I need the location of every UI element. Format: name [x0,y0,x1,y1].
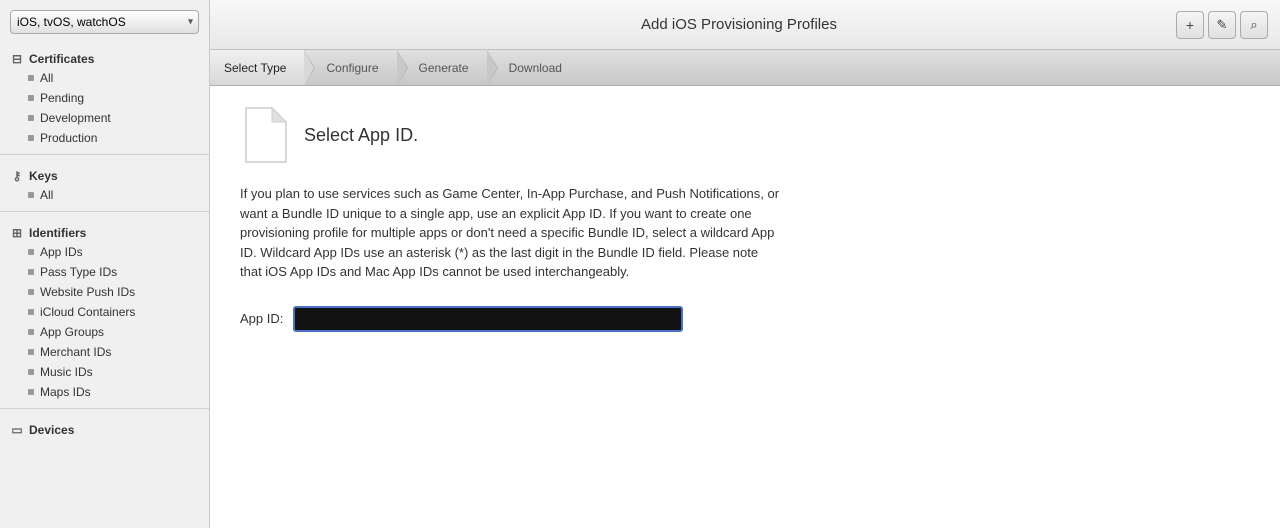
app-id-select[interactable] [293,306,683,332]
add-button[interactable]: + [1176,11,1204,39]
content-area: Select App ID. If you plan to use servic… [210,86,1280,528]
identifiers-icon: ⊞ [10,226,24,240]
toolbar-actions: + ✎ ⌕ [1176,11,1268,39]
sidebar-item-label: Website Push IDs [40,285,135,299]
bullet-icon [28,249,34,255]
identifiers-label: Identifiers [29,226,86,240]
certificates-section: ⊟ Certificates All Pending Development P… [0,42,209,150]
sidebar-item-app-groups[interactable]: App Groups [0,322,209,342]
content-title: Select App ID. [304,125,418,146]
sidebar-item-certs-production[interactable]: Production [0,128,209,148]
keys-label: Keys [29,169,58,183]
identifiers-section: ⊞ Identifiers App IDs Pass Type IDs Webs… [0,216,209,404]
bullet-icon [28,95,34,101]
devices-icon: ▭ [10,423,24,437]
sidebar-item-label: Pass Type IDs [40,265,117,279]
sidebar-item-certs-pending[interactable]: Pending [0,88,209,108]
sidebar-item-label: App IDs [40,245,83,259]
search-button[interactable]: ⌕ [1240,11,1268,39]
divider [0,154,209,155]
step-download[interactable]: Download [487,50,580,85]
devices-section: ▭ Devices [0,413,209,441]
step-label: Generate [419,61,469,75]
platform-dropdown-wrapper: iOS, tvOS, watchOS macOS ▾ [10,10,199,34]
sidebar: iOS, tvOS, watchOS macOS ▾ ⊟ Certificate… [0,0,210,528]
sidebar-item-certs-development[interactable]: Development [0,108,209,128]
sidebar-item-pass-type-ids[interactable]: Pass Type IDs [0,262,209,282]
certificates-label: Certificates [29,52,94,66]
step-generate[interactable]: Generate [397,50,487,85]
bullet-icon [28,309,34,315]
keys-header: ⚷ Keys [0,165,209,185]
certificates-header: ⊟ Certificates [0,48,209,68]
content-header: Select App ID. [240,106,1250,164]
sidebar-item-website-push-ids[interactable]: Website Push IDs [0,282,209,302]
keys-icon: ⚷ [10,169,24,183]
app-id-label: App ID: [240,311,283,326]
file-icon [240,106,288,164]
bullet-icon [28,269,34,275]
devices-label: Devices [29,423,74,437]
sidebar-item-label: Merchant IDs [40,345,111,359]
sidebar-item-label: App Groups [40,325,104,339]
divider [0,408,209,409]
sidebar-item-label: Music IDs [40,365,93,379]
bullet-icon [28,349,34,355]
step-label: Select Type [224,61,286,75]
platform-select[interactable]: iOS, tvOS, watchOS macOS [10,10,199,34]
sidebar-item-maps-ids[interactable]: Maps IDs [0,382,209,402]
bullet-icon [28,329,34,335]
app-id-row: App ID: [240,306,1250,332]
divider [0,211,209,212]
sidebar-item-label: Development [40,111,111,125]
devices-header: ▭ Devices [0,419,209,439]
sidebar-item-label: All [40,188,53,202]
identifiers-header: ⊞ Identifiers [0,222,209,242]
edit-button[interactable]: ✎ [1208,11,1236,39]
sidebar-item-label: All [40,71,53,85]
keys-section: ⚷ Keys All [0,159,209,207]
sidebar-item-label: Production [40,131,97,145]
bullet-icon [28,75,34,81]
sidebar-item-merchant-ids[interactable]: Merchant IDs [0,342,209,362]
step-configure[interactable]: Configure [304,50,396,85]
bullet-icon [28,389,34,395]
certificates-icon: ⊟ [10,52,24,66]
main-content: Add iOS Provisioning Profiles + ✎ ⌕ Sele… [210,0,1280,528]
bullet-icon [28,289,34,295]
step-label: Download [509,61,562,75]
toolbar: Add iOS Provisioning Profiles + ✎ ⌕ [210,0,1280,50]
bullet-icon [28,192,34,198]
step-label: Configure [326,61,378,75]
sidebar-item-icloud-containers[interactable]: iCloud Containers [0,302,209,322]
sidebar-item-certs-all[interactable]: All [0,68,209,88]
sidebar-item-label: Pending [40,91,84,105]
sidebar-item-label: iCloud Containers [40,305,135,319]
step-bar: Select Type Configure Generate Download [210,50,1280,86]
page-title: Add iOS Provisioning Profiles [302,16,1176,33]
content-description: If you plan to use services such as Game… [240,184,780,282]
sidebar-item-app-ids[interactable]: App IDs [0,242,209,262]
step-select-type[interactable]: Select Type [210,50,304,85]
sidebar-item-label: Maps IDs [40,385,91,399]
bullet-icon [28,135,34,141]
bullet-icon [28,115,34,121]
sidebar-item-music-ids[interactable]: Music IDs [0,362,209,382]
sidebar-item-keys-all[interactable]: All [0,185,209,205]
bullet-icon [28,369,34,375]
